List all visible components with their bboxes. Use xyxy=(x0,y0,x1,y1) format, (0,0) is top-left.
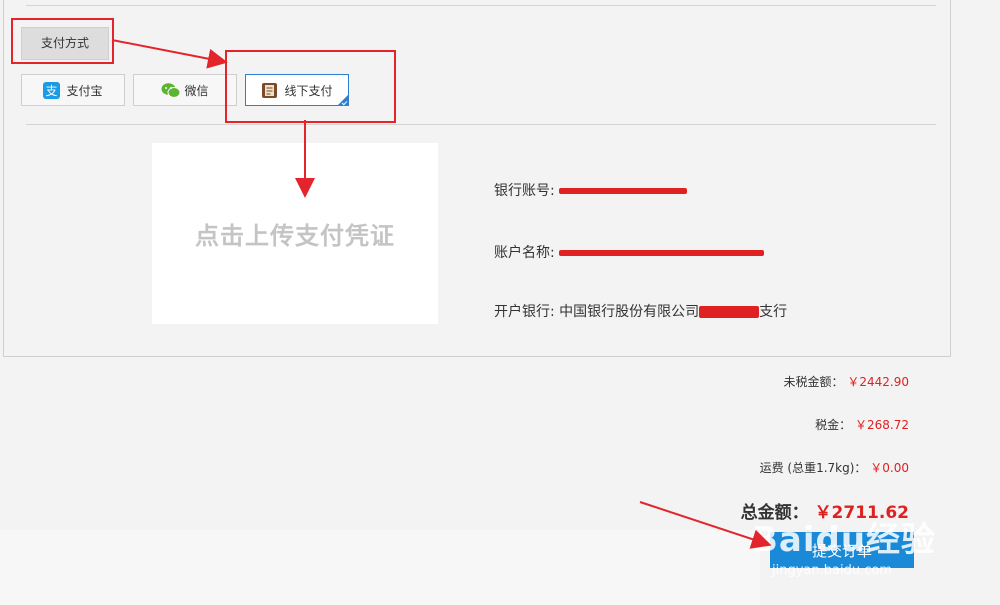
arrow-icon xyxy=(111,39,228,69)
arrow-icon xyxy=(639,501,772,549)
annotation-arrows xyxy=(111,39,772,549)
